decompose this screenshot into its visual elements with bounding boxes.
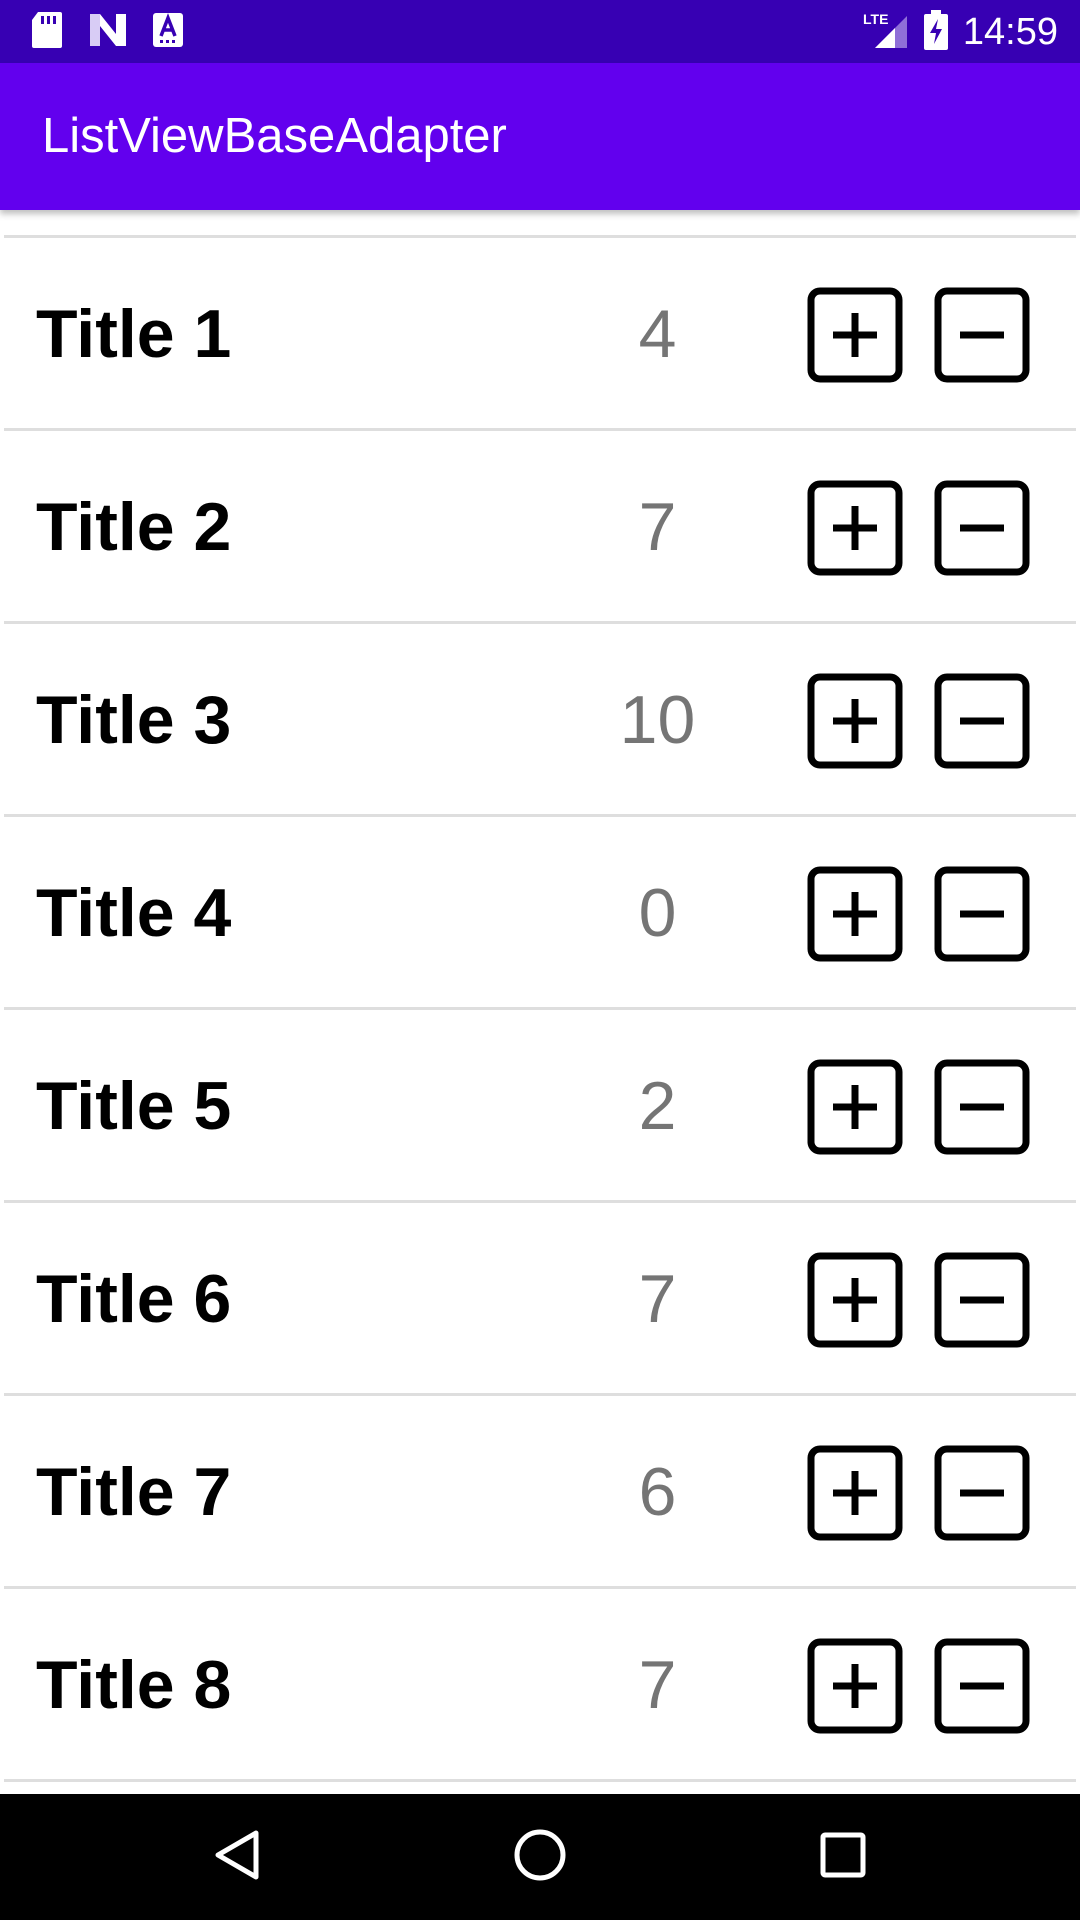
status-right-icons: LTE 14:59 (861, 8, 1058, 56)
plus-box-icon (807, 1638, 903, 1734)
decrement-button[interactable] (934, 480, 1030, 576)
item-title: Title 1 (36, 296, 232, 372)
item-count: 2 (638, 1068, 677, 1144)
increment-button[interactable] (807, 673, 903, 769)
item-title: Title 2 (36, 489, 232, 565)
list-divider (4, 1779, 1076, 1782)
lte-signal-icon: LTE (861, 10, 909, 55)
status-bar: LTE 14:59 (0, 0, 1080, 63)
item-title: Title 3 (36, 682, 232, 758)
increment-button[interactable] (807, 866, 903, 962)
minus-box-icon (934, 1059, 1030, 1155)
sd-card-icon (30, 10, 64, 55)
item-list[interactable]: Title 1 4 Title 2 7 Title 3 10 Title 4 0 Title 5… (0, 210, 1080, 1794)
increment-button[interactable] (807, 1445, 903, 1541)
list-item[interactable]: Title 2 7 (0, 431, 1080, 624)
plus-box-icon (807, 287, 903, 383)
app-bar: ListViewBaseAdapter (0, 63, 1080, 210)
list-item[interactable]: Title 5 2 (0, 1010, 1080, 1203)
increment-button[interactable] (807, 1252, 903, 1348)
decrement-button[interactable] (934, 1252, 1030, 1348)
decrement-button[interactable] (934, 673, 1030, 769)
list-item[interactable]: Title 8 7 (0, 1589, 1080, 1782)
item-count: 6 (638, 1454, 677, 1530)
minus-box-icon (934, 287, 1030, 383)
item-count: 0 (638, 875, 677, 951)
list-item[interactable]: Title 4 0 (0, 817, 1080, 1010)
increment-button[interactable] (807, 1059, 903, 1155)
navigation-bar (0, 1794, 1080, 1920)
home-icon (513, 1828, 567, 1887)
decrement-button[interactable] (934, 1059, 1030, 1155)
keyboard-a-icon (152, 12, 184, 53)
item-count: 10 (619, 682, 696, 758)
item-count: 4 (638, 296, 677, 372)
back-button[interactable] (174, 1794, 300, 1920)
list-item[interactable]: Title 6 7 (0, 1203, 1080, 1396)
plus-box-icon (807, 1252, 903, 1348)
decrement-button[interactable] (934, 866, 1030, 962)
item-title: Title 6 (36, 1261, 232, 1337)
status-time: 14:59 (962, 11, 1058, 53)
item-title: Title 8 (36, 1647, 232, 1723)
n-logo-icon (88, 12, 128, 53)
item-title: Title 5 (36, 1068, 232, 1144)
home-button[interactable] (477, 1794, 603, 1920)
decrement-button[interactable] (934, 1638, 1030, 1734)
item-title: Title 7 (36, 1454, 232, 1530)
plus-box-icon (807, 866, 903, 962)
increment-button[interactable] (807, 287, 903, 383)
increment-button[interactable] (807, 480, 903, 576)
back-icon (212, 1828, 262, 1887)
minus-box-icon (934, 673, 1030, 769)
minus-box-icon (934, 1445, 1030, 1541)
minus-box-icon (934, 480, 1030, 576)
item-title: Title 4 (36, 875, 232, 951)
battery-charging-icon (923, 9, 949, 55)
decrement-button[interactable] (934, 287, 1030, 383)
minus-box-icon (934, 866, 1030, 962)
status-left-icons (30, 10, 184, 55)
item-count: 7 (638, 1261, 677, 1337)
item-count: 7 (638, 489, 677, 565)
minus-box-icon (934, 1638, 1030, 1734)
plus-box-icon (807, 1059, 903, 1155)
list-item[interactable]: Title 7 6 (0, 1396, 1080, 1589)
app-title: ListViewBaseAdapter (42, 109, 507, 163)
decrement-button[interactable] (934, 1445, 1030, 1541)
plus-box-icon (807, 480, 903, 576)
plus-box-icon (807, 1445, 903, 1541)
list-item[interactable]: Title 1 4 (0, 238, 1080, 431)
increment-button[interactable] (807, 1638, 903, 1734)
recents-icon (819, 1831, 867, 1884)
svg-text:LTE: LTE (863, 11, 888, 27)
recents-button[interactable] (780, 1794, 906, 1920)
item-count: 7 (638, 1647, 677, 1723)
plus-box-icon (807, 673, 903, 769)
minus-box-icon (934, 1252, 1030, 1348)
list-item[interactable]: Title 3 10 (0, 624, 1080, 817)
